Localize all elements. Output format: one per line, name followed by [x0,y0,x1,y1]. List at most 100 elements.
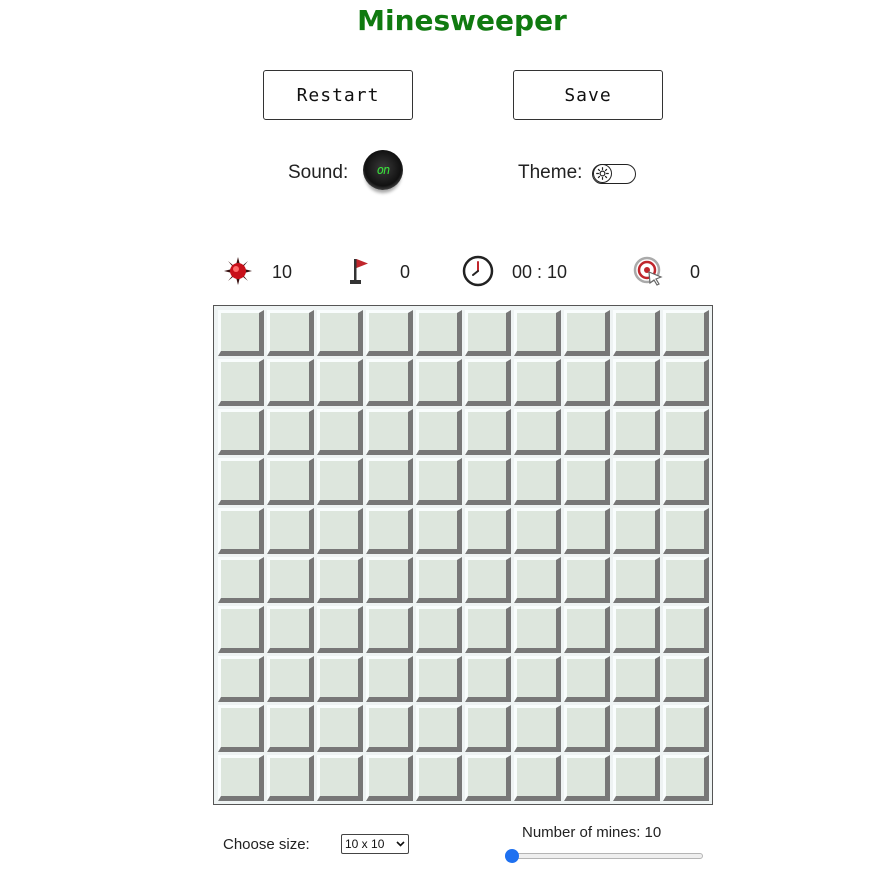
board-cell[interactable] [465,705,512,752]
board-cell[interactable] [267,754,314,801]
board-cell[interactable] [218,310,265,357]
board-cell[interactable] [514,754,561,801]
mines-slider[interactable] [505,849,703,863]
board-cell[interactable] [267,310,314,357]
board-cell[interactable] [563,705,611,752]
board-cell[interactable] [465,507,512,554]
board-cell[interactable] [662,754,709,801]
size-select[interactable]: 10 x 10 [341,834,409,854]
board-cell[interactable] [218,606,265,653]
board-cell[interactable] [662,557,709,604]
board-cell[interactable] [218,754,265,801]
board-cell[interactable] [366,754,413,801]
save-button[interactable]: Save [513,70,663,120]
board-cell[interactable] [415,655,462,703]
board-cell[interactable] [465,359,512,406]
board-cell[interactable] [563,655,611,703]
board-cell[interactable] [415,557,462,604]
board-cell[interactable] [218,507,265,554]
board-cell[interactable] [613,359,660,406]
board-cell[interactable] [563,557,611,604]
board-cell[interactable] [465,408,512,456]
restart-button[interactable]: Restart [263,70,413,120]
board-cell[interactable] [662,359,709,406]
board-cell[interactable] [366,359,413,406]
board-cell[interactable] [514,557,561,604]
board-cell[interactable] [415,507,462,554]
board-cell[interactable] [563,754,611,801]
board-cell[interactable] [662,606,709,653]
board-cell[interactable] [465,754,512,801]
board-cell[interactable] [218,557,265,604]
board-cell[interactable] [415,458,462,505]
board-cell[interactable] [613,507,660,554]
board-cell[interactable] [613,557,660,604]
board-cell[interactable] [316,310,364,357]
board-cell[interactable] [415,310,462,357]
board-cell[interactable] [218,458,265,505]
board-cell[interactable] [218,705,265,752]
slider-thumb[interactable] [505,849,519,863]
board-cell[interactable] [662,507,709,554]
board-cell[interactable] [218,359,265,406]
board-cell[interactable] [613,754,660,801]
board-cell[interactable] [465,458,512,505]
board-cell[interactable] [514,507,561,554]
board-cell[interactable] [662,458,709,505]
board-cell[interactable] [563,310,611,357]
board-cell[interactable] [563,507,611,554]
board-cell[interactable] [316,606,364,653]
board-cell[interactable] [563,606,611,653]
board-cell[interactable] [563,458,611,505]
board-cell[interactable] [514,408,561,456]
board-cell[interactable] [514,359,561,406]
board-cell[interactable] [316,408,364,456]
board-cell[interactable] [267,507,314,554]
board-cell[interactable] [514,310,561,357]
board-cell[interactable] [267,655,314,703]
board-cell[interactable] [316,754,364,801]
board-cell[interactable] [465,655,512,703]
board-cell[interactable] [366,606,413,653]
board-cell[interactable] [415,606,462,653]
board-cell[interactable] [366,507,413,554]
board-cell[interactable] [613,705,660,752]
board-cell[interactable] [316,359,364,406]
board-cell[interactable] [267,606,314,653]
board-cell[interactable] [366,310,413,357]
board-cell[interactable] [415,705,462,752]
board-cell[interactable] [613,458,660,505]
board-cell[interactable] [267,458,314,505]
board-cell[interactable] [415,408,462,456]
board-cell[interactable] [465,557,512,604]
board-cell[interactable] [366,655,413,703]
board-cell[interactable] [662,655,709,703]
board-cell[interactable] [267,705,314,752]
board-cell[interactable] [316,557,364,604]
board-cell[interactable] [366,408,413,456]
board-cell[interactable] [366,705,413,752]
board-cell[interactable] [267,408,314,456]
board-cell[interactable] [366,458,413,505]
board-cell[interactable] [514,655,561,703]
theme-toggle[interactable] [592,164,636,184]
board-cell[interactable] [613,408,660,456]
board-cell[interactable] [465,310,512,357]
board-cell[interactable] [613,655,660,703]
board-cell[interactable] [415,754,462,801]
board-cell[interactable] [662,705,709,752]
board-cell[interactable] [514,606,561,653]
board-cell[interactable] [316,655,364,703]
board-cell[interactable] [366,557,413,604]
board-cell[interactable] [563,359,611,406]
board-cell[interactable] [316,458,364,505]
board-cell[interactable] [662,408,709,456]
board-cell[interactable] [514,458,561,505]
board-cell[interactable] [613,310,660,357]
board-cell[interactable] [465,606,512,653]
board-cell[interactable] [218,408,265,456]
board-cell[interactable] [218,655,265,703]
board-cell[interactable] [563,408,611,456]
board-cell[interactable] [514,705,561,752]
board-cell[interactable] [267,359,314,406]
